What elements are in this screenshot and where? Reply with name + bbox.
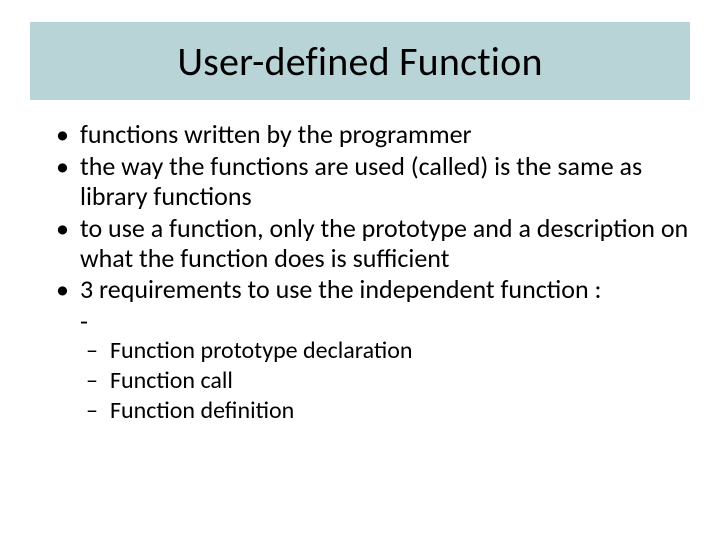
bullet-item: functions written by the programmer: [50, 120, 690, 150]
top-bullet-list: functions written by the programmer the …: [50, 120, 690, 305]
sub-bullet-list: Function prototype declaration Function …: [82, 336, 690, 426]
bullet-item: 3 requirements to use the independent fu…: [50, 275, 690, 305]
bullet-item: the way the functions are used (called) …: [50, 152, 690, 212]
sub-bullet-item: Function prototype declaration: [82, 336, 690, 366]
title-box: User-defined Function: [30, 22, 690, 100]
hyphen-line: -: [50, 307, 690, 336]
slide: User-defined Function functions written …: [0, 0, 720, 540]
bullet-item: to use a function, only the prototype an…: [50, 214, 690, 274]
sub-bullet-item: Function call: [82, 366, 690, 396]
slide-body: functions written by the programmer the …: [50, 120, 690, 426]
slide-title: User-defined Function: [177, 37, 542, 86]
sub-bullet-item: Function definition: [82, 396, 690, 426]
